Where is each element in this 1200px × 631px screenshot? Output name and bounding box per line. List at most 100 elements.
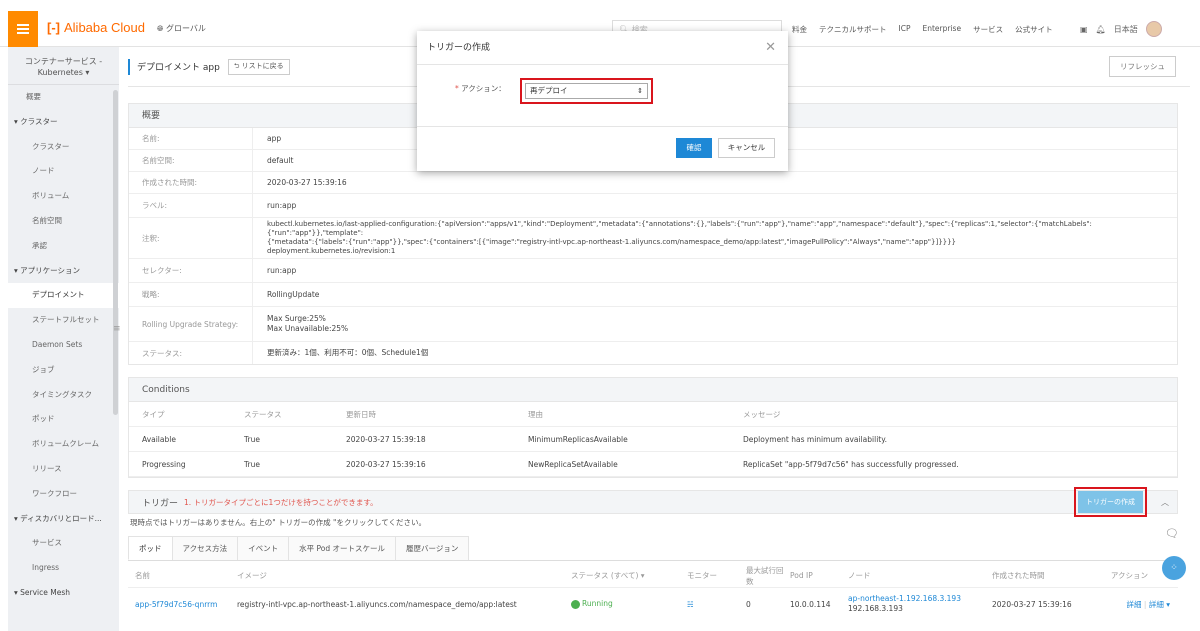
tab-0[interactable]: ポッド (128, 536, 173, 560)
trigger-note: 1. トリガータイプごとに1つだけを持つことができます。 (184, 497, 378, 507)
action-label-text: アクション： (461, 84, 506, 93)
column-header: モニター (687, 571, 717, 580)
pod-name-link[interactable]: app-5f79d7c56-qnrrm (135, 600, 217, 609)
field-label: 戦略: (129, 283, 253, 306)
sidebar-item[interactable]: 概要 (8, 85, 119, 110)
create-trigger-button[interactable]: トリガーの作成 (1078, 491, 1143, 513)
sidebar-item[interactable]: ポッド (8, 407, 119, 432)
field-label: セレクター: (129, 259, 253, 282)
top-nav-link[interactable]: 料金 (792, 24, 807, 35)
top-nav-link[interactable]: サービス (973, 24, 1003, 35)
bell-icon[interactable]: 🔔︎ (1096, 25, 1106, 34)
refresh-button[interactable]: リフレッシュ (1109, 56, 1176, 77)
cancel-button[interactable]: キャンセル (718, 138, 775, 158)
chevron-up-icon[interactable]: ︿ (1161, 497, 1169, 508)
sidebar-item[interactable]: ▾ ディスカバリとロード... (8, 507, 119, 532)
field-value-line: kubectl.kubernetes.io/last-applied-confi… (267, 220, 1092, 237)
top-nav-link[interactable]: テクニカルサポート (819, 24, 887, 35)
action-select[interactable]: 再デプロイ ⇕ (525, 83, 648, 99)
apps-icon[interactable]: ⁘ (1162, 556, 1186, 580)
create-trigger-dialog: トリガーの作成 ✕ * アクション： 再デプロイ ⇕ 確認 キャンセル (417, 31, 788, 171)
terminal-icon[interactable]: ▣ (1080, 25, 1088, 34)
language-selector[interactable]: 日本語 (1114, 24, 1138, 35)
top-nav-link[interactable]: Enterprise (922, 24, 961, 35)
action-label: * アクション： (455, 83, 506, 94)
sidebar-item[interactable]: ▾ アプリケーション (8, 259, 119, 284)
sidebar-item[interactable]: 承認 (8, 234, 119, 259)
action-select-highlight: 再デプロイ ⇕ (520, 78, 653, 104)
field-value-line: {"metadata":{"labels":{"run":"app"}},"sp… (267, 238, 957, 246)
confirm-button[interactable]: 確認 (676, 138, 712, 158)
sidebar-item[interactable]: ▾ Service Mesh (8, 581, 119, 606)
overview-row: ステータス: 更新済み：1個、利用不可：0個、Schedule1個 (129, 342, 1177, 364)
table-row: Available True 2020-03-27 15:39:18 MinimumR… (129, 427, 1177, 452)
table-cell: ReplicaSet "app-5f79d7c56" has successfu… (743, 459, 959, 469)
back-to-list-button[interactable]: ⮌ リストに戻る (227, 58, 290, 75)
product-switcher[interactable]: コンテナーサービス - Kubernetes ▾ (8, 47, 119, 85)
table-cell: Available (142, 434, 176, 444)
field-value-line: app (267, 133, 282, 143)
top-nav-link[interactable]: 公式サイト (1015, 24, 1053, 35)
sidebar-collapse-icon[interactable]: ≡ (113, 324, 121, 334)
top-navigation: 料金 テクニカルサポート ICP Enterprise サービス 公式サイト (792, 24, 1053, 35)
action-select-value: 再デプロイ (530, 86, 568, 95)
field-label: 名前: (129, 128, 253, 149)
region-selector[interactable]: 🌐︎ グローバル (157, 23, 206, 34)
more-actions-dropdown[interactable]: 詳細 ▾ (1149, 600, 1170, 609)
sidebar-item[interactable]: リリース (8, 457, 119, 482)
tab-1[interactable]: アクセス方法 (171, 536, 239, 560)
sidebar-item[interactable]: デプロイメント (8, 283, 119, 309)
field-value-line: default (267, 155, 294, 165)
avatar[interactable] (1145, 21, 1162, 37)
column-header: 理由 (528, 409, 543, 419)
field-value-line: RollingUpdate (267, 289, 320, 299)
sidebar-scrollbar[interactable] (113, 90, 118, 415)
pod-image: registry-intl-vpc.ap-northeast-1.aliyunc… (237, 599, 517, 609)
table-cell: True (244, 434, 260, 444)
detail-link[interactable]: 詳細 (1127, 600, 1142, 609)
field-value: RollingUpdate (253, 283, 1177, 306)
sidebar-item[interactable]: ワークフロー (8, 482, 119, 507)
detail-tabs: ポッド アクセス方法 イベント 水平 Pod オートスケール 履歴バージョン (128, 536, 1178, 561)
field-label: 作成された時間: (129, 172, 253, 193)
field-value: 更新済み：1個、利用不可：0個、Schedule1個 (253, 342, 1177, 364)
field-value-line: run:app (267, 200, 297, 210)
pod-ip: 10.0.0.114 (790, 599, 831, 609)
tab-3[interactable]: 水平 Pod オートスケール (288, 536, 396, 560)
overview-row: ラベル: run:app (129, 194, 1177, 218)
column-header: メッセージ (743, 409, 781, 419)
sidebar-item[interactable]: ボリューム (8, 184, 119, 209)
chat-icon[interactable]: 🗨︎ (1165, 527, 1179, 540)
node-link[interactable]: ap-northeast-1.192.168.3.193 (848, 594, 992, 604)
table-row: app-5f79d7c56-qnrrm registry-intl-vpc.ap… (135, 594, 1170, 613)
sidebar-item[interactable]: ジョブ (8, 358, 119, 383)
sidebar-item[interactable]: ボリュームクレーム (8, 432, 119, 457)
sidebar-item[interactable]: クラスター (8, 135, 119, 160)
sidebar-item[interactable]: ノード (8, 159, 119, 184)
table-cell: Deployment has minimum availability. (743, 434, 887, 444)
alibaba-cloud-logo[interactable]: [-] Alibaba Cloud (47, 20, 145, 35)
menu-icon[interactable] (8, 11, 38, 47)
close-icon[interactable]: ✕ (765, 40, 776, 55)
trigger-empty-message: 現時点ではトリガーはありません。右上の" トリガーの作成 "をクリックしてくださ… (130, 518, 426, 527)
sidebar-item[interactable]: 名前空間 (8, 209, 119, 234)
tab-4[interactable]: 履歴バージョン (395, 536, 470, 560)
tab-2[interactable]: イベント (237, 536, 290, 560)
node-ip: 192.168.3.193 (848, 604, 903, 613)
field-value-line: deployment.kubernetes.io/revision:1 (267, 247, 396, 255)
overview-row: 戦略: RollingUpdate (129, 283, 1177, 307)
trigger-bar: トリガー 1. トリガータイプごとに1つだけを持つことができます。 トリガーの作… (128, 487, 1178, 517)
sidebar-item[interactable]: ▾ クラスター (8, 110, 119, 135)
sidebar-item[interactable]: ステートフルセット (8, 308, 119, 333)
sidebar-item[interactable]: サービス (8, 531, 119, 556)
top-nav-link[interactable]: ICP (899, 24, 911, 35)
column-header[interactable]: ステータス (すべて) ▾ (571, 570, 687, 581)
column-header: イメージ (237, 571, 267, 580)
product-subname: Kubernetes ▾ (37, 68, 90, 77)
column-header: 作成された時間 (992, 571, 1045, 580)
sidebar-item[interactable]: Daemon Sets (8, 333, 119, 358)
sidebar-item[interactable]: タイミングタスク (8, 383, 119, 408)
monitor-icon[interactable]: ☵ (687, 600, 694, 609)
conditions-title: Conditions (129, 378, 1177, 402)
sidebar-item[interactable]: Ingress (8, 556, 119, 581)
